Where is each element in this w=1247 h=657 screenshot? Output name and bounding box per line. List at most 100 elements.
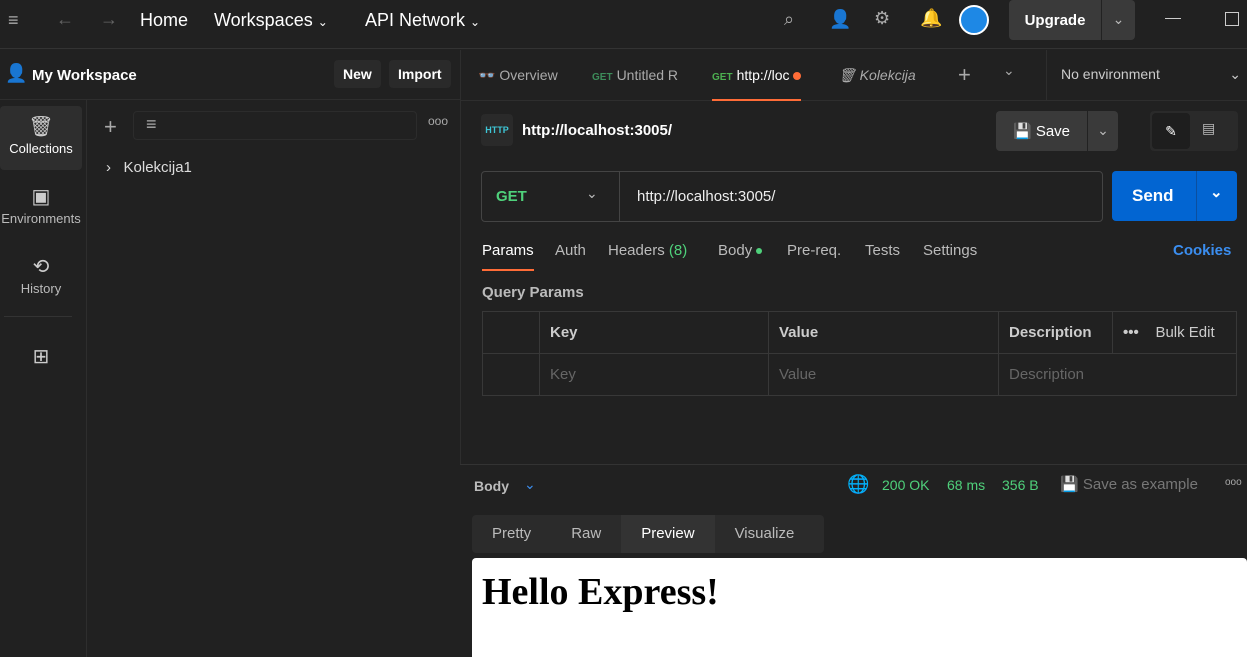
collection-item[interactable]: › Kolekcija1 [106, 159, 192, 176]
sidebar-item-environments[interactable]: ▣ Environments [0, 176, 82, 240]
chevron-right-icon: › [106, 159, 111, 176]
top-bar: ≡ ← → Home Workspaces ⌄ API Network ⌄ ⌕ … [0, 0, 1247, 49]
sidebar-item-collections[interactable]: 🗑 Collections [0, 106, 82, 170]
tab-kolekcija[interactable]: 🗑 Kolekcija [838, 60, 916, 90]
query-params-table: Key Value Description ••• Bulk Edit Key … [482, 311, 1237, 396]
import-button[interactable]: Import [389, 60, 451, 88]
view-toggle: ✎ ▤ [1150, 111, 1238, 151]
row-checkbox[interactable] [482, 353, 540, 396]
method-label: GET [496, 188, 527, 205]
save-button[interactable]: 💾 Save ⌄ [996, 111, 1118, 151]
sidebar-item-label: Collections [9, 141, 73, 156]
divider [460, 50, 461, 465]
chevron-down-icon[interactable]: ⌄ [1003, 62, 1015, 79]
tab-localhost[interactable]: GET http://loc [712, 60, 802, 101]
sidebar-item-add-apps[interactable]: ⊞ [0, 336, 82, 400]
sidebar-item-label: Environments [1, 211, 81, 226]
chevron-down-icon[interactable]: ⌄ [524, 476, 536, 493]
tab-prereq[interactable]: Pre-req. [787, 242, 841, 259]
gear-icon[interactable]: ⚙ [874, 8, 890, 29]
back-arrow-icon[interactable]: ← [56, 9, 74, 30]
url-input[interactable]: http://localhost:3005/ [637, 188, 775, 205]
tab-params[interactable]: Params [482, 242, 534, 271]
chevron-down-icon[interactable]: ⌄ [1101, 0, 1135, 40]
search-icon[interactable]: ⌕ [784, 9, 794, 30]
trash-bin-icon: 🗑 [28, 116, 54, 138]
chevron-down-icon: ⌄ [586, 185, 598, 201]
response-time[interactable]: 68 ms [947, 477, 985, 493]
request-url-bar: GET ⌄ http://localhost:3005/ [481, 171, 1103, 222]
nav-api-network[interactable]: API Network ⌄ [365, 10, 480, 31]
new-button[interactable]: New [334, 60, 381, 88]
nav-workspaces[interactable]: Workspaces ⌄ [214, 10, 328, 31]
save-as-example-button[interactable]: 💾 Save as example [1060, 475, 1198, 493]
key-input[interactable]: Key [539, 353, 769, 396]
request-title[interactable]: http://localhost:3005/ [522, 122, 672, 139]
tab-body[interactable]: Body [718, 242, 763, 259]
send-button[interactable]: Send ⌄ [1112, 171, 1237, 221]
tab-untitled[interactable]: GET Untitled R [592, 60, 678, 90]
table-header-row: Key Value Description ••• Bulk Edit [482, 311, 1237, 354]
tab-settings[interactable]: Settings [923, 242, 977, 259]
query-params-title: Query Params [482, 284, 584, 301]
avatar[interactable] [959, 5, 989, 35]
response-body-label[interactable]: Body [474, 478, 509, 494]
more-options-icon[interactable]: ••• [1123, 324, 1139, 341]
save-as-example-label: Save as example [1082, 476, 1198, 493]
column-header-description: Description [998, 311, 1113, 354]
chevron-down-icon[interactable]: ⌄ [1087, 111, 1118, 151]
menu-icon[interactable]: ≡ [8, 10, 19, 31]
invite-user-icon[interactable]: 👤 [829, 9, 851, 30]
tab-tests[interactable]: Tests [865, 242, 900, 259]
body-indicator-dot [756, 248, 763, 255]
filter-icon: ≡ [146, 114, 157, 134]
description-input[interactable]: Description [998, 353, 1237, 396]
new-tab-plus-icon[interactable]: + [958, 62, 971, 88]
nav-workspaces-label: Workspaces [214, 10, 313, 30]
chevron-down-icon: ⌄ [470, 15, 481, 29]
tab-auth[interactable]: Auth [555, 242, 586, 259]
tab-pretty[interactable]: Pretty [472, 515, 551, 553]
sidebar-rail: 🗑 Collections ▣ Environments ⟲ History ⊞ [0, 100, 87, 657]
minimize-icon[interactable] [1165, 18, 1181, 19]
tab-label: Untitled R [616, 67, 679, 83]
more-options-icon[interactable]: ooo [1225, 477, 1242, 488]
response-format-tabs: Pretty Raw Preview Visualize [472, 515, 824, 553]
method-select[interactable]: GET ⌄ [482, 172, 620, 221]
bulk-edit-button[interactable]: Bulk Edit [1155, 324, 1214, 341]
tab-overview[interactable]: 👓 Overview [478, 60, 558, 90]
environment-select[interactable]: No environment ⌄ [1061, 66, 1241, 83]
upgrade-button[interactable]: Upgrade ⌄ [1009, 0, 1135, 40]
unsaved-dot [793, 72, 802, 80]
chevron-down-icon: ⌄ [1229, 66, 1241, 82]
edit-pencil-icon[interactable]: ✎ [1152, 113, 1190, 149]
tab-visualize[interactable]: Visualize [715, 515, 815, 553]
divider [461, 100, 1247, 101]
tab-preview[interactable]: Preview [621, 515, 715, 553]
apps-plus-icon: ⊞ [32, 346, 50, 368]
collection-filter-input[interactable]: ≡ [133, 111, 417, 140]
tab-headers[interactable]: Headers (8) [608, 242, 687, 259]
forward-arrow-icon[interactable]: → [100, 9, 118, 30]
more-options-icon[interactable]: ooo [428, 114, 448, 128]
environment-label: No environment [1061, 66, 1160, 82]
response-size[interactable]: 356 B [1002, 477, 1039, 493]
tab-raw[interactable]: Raw [551, 515, 621, 553]
plus-icon[interactable]: + [104, 114, 117, 140]
sidebar-item-history[interactable]: ⟲ History [0, 246, 82, 310]
response-preview: Hello Express! [472, 558, 1247, 657]
chevron-down-icon: ⌄ [317, 15, 328, 29]
overview-icon: 👓 [478, 67, 496, 83]
upgrade-label: Upgrade [1024, 11, 1086, 29]
tab-label: Overview [499, 67, 558, 83]
history-icon: ⟲ [32, 256, 50, 278]
cookies-link[interactable]: Cookies [1173, 242, 1231, 259]
value-input[interactable]: Value [768, 353, 999, 396]
status-code[interactable]: 200 OK [882, 477, 929, 493]
maximize-icon[interactable] [1225, 12, 1239, 26]
bell-icon[interactable]: 🔔 [920, 8, 942, 29]
tab-label: http://loc [736, 67, 790, 83]
chevron-down-icon[interactable]: ⌄ [1210, 183, 1223, 201]
comment-icon[interactable]: ▤ [1202, 120, 1215, 137]
nav-home[interactable]: Home [140, 10, 188, 31]
